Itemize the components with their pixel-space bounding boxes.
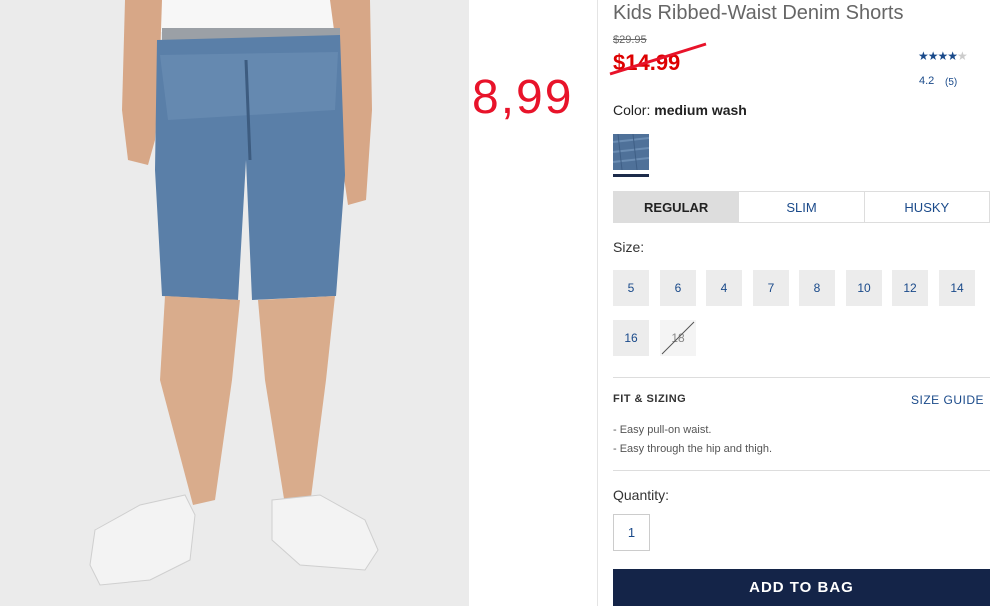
product-image[interactable] [0,0,469,606]
size-option-16[interactable]: 16 [613,320,649,356]
fit-detail-item: - Easy through the hip and thigh. [613,443,772,455]
rating-stars-icon[interactable]: ★★★★★ [918,49,968,63]
unavailable-strike-icon [661,321,695,355]
price-strike-mark [609,42,707,76]
size-option-4[interactable]: 4 [706,270,742,306]
review-count[interactable]: (5) [945,77,957,88]
size-option-18-unavailable[interactable]: 18 [660,320,696,356]
size-guide-link[interactable]: SIZE GUIDE [911,393,984,407]
swatch-selected-indicator [613,174,649,177]
tab-slim[interactable]: SLIM [738,192,863,222]
color-label: Color: medium wash [613,102,747,118]
size-option-6[interactable]: 6 [660,270,696,306]
rating-value[interactable]: 4.2 [919,75,934,87]
quantity-label: Quantity: [613,487,670,503]
tab-regular[interactable]: REGULAR [614,192,739,222]
divider [613,470,990,471]
color-value: medium wash [654,102,747,118]
column-divider [597,0,598,606]
fit-detail-item: - Easy pull-on waist. [613,424,712,436]
divider [613,377,990,378]
fit-tabs: REGULAR SLIM HUSKY [613,191,990,223]
tab-husky[interactable]: HUSKY [863,192,989,222]
color-swatch-medium-wash[interactable] [613,134,649,170]
size-option-12[interactable]: 12 [892,270,928,306]
size-option-10[interactable]: 10 [846,270,882,306]
size-option-7[interactable]: 7 [753,270,789,306]
size-option-14[interactable]: 14 [939,270,975,306]
size-option-5[interactable]: 5 [613,270,649,306]
price-annotation: 8,99 [472,71,574,124]
fit-sizing-heading: FIT & SIZING [613,393,687,405]
add-to-bag-button[interactable]: ADD TO BAG [613,569,990,606]
quantity-input[interactable]: 1 [613,514,650,551]
product-title: Kids Ribbed-Waist Denim Shorts [613,2,904,24]
size-label: Size: [613,239,645,255]
fit-details: - Easy pull-on waist. - Easy through the… [613,421,772,459]
size-option-8[interactable]: 8 [799,270,835,306]
